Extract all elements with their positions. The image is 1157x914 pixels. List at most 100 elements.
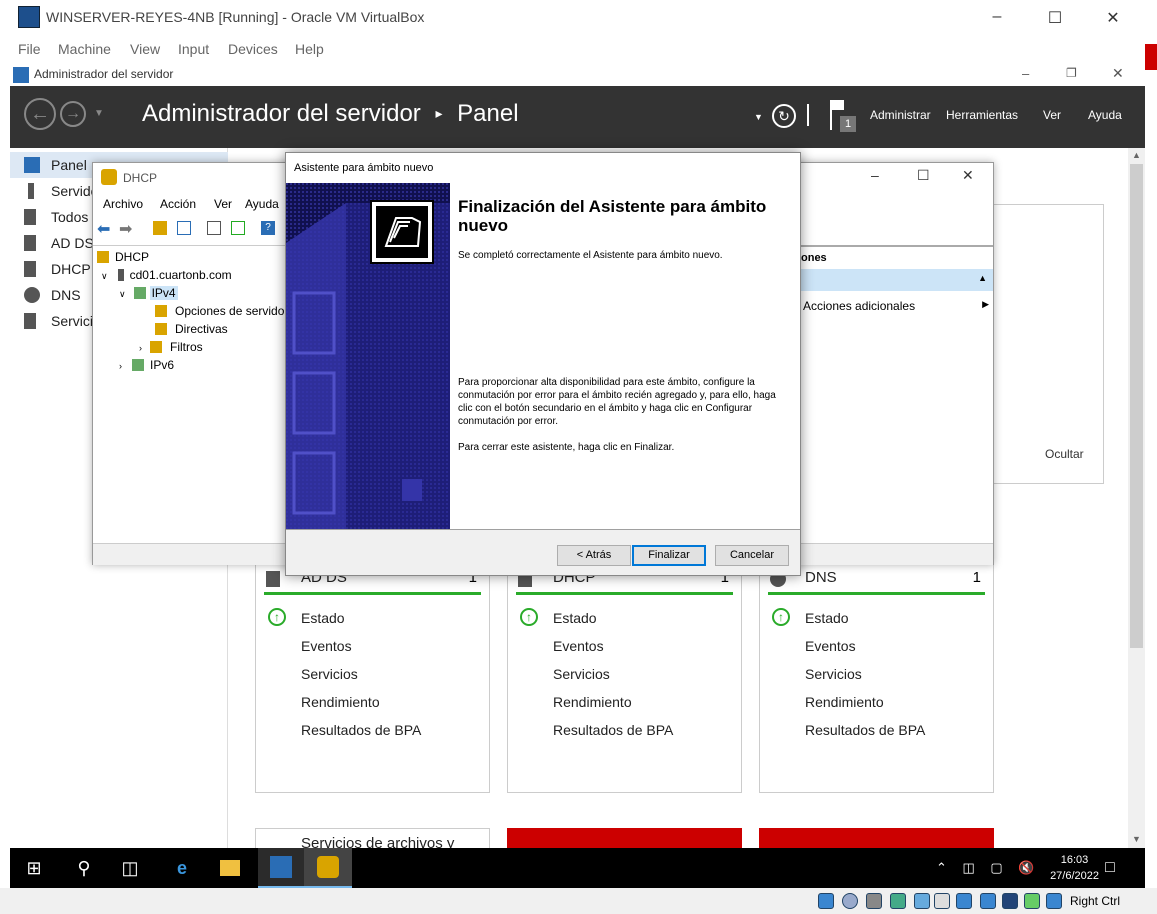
cpu-icon[interactable] bbox=[1002, 893, 1018, 909]
role-tile-file-services[interactable]: Servicios de archivos y bbox=[255, 828, 490, 848]
back-arrow-icon[interactable]: ← bbox=[24, 98, 56, 130]
network-icon[interactable] bbox=[890, 893, 906, 909]
sm-restore-icon[interactable]: ❐ bbox=[1066, 66, 1077, 80]
tile-row-rendimiento[interactable]: Rendimiento bbox=[805, 694, 884, 710]
taskbar-dhcp[interactable] bbox=[304, 848, 352, 888]
tile-row-servicios[interactable]: Servicios bbox=[553, 666, 610, 682]
menu-input[interactable]: Input bbox=[178, 41, 209, 57]
menu-ayuda[interactable]: Ayuda bbox=[1088, 108, 1122, 122]
menu-help[interactable]: Help bbox=[295, 41, 324, 57]
tree-node-policies[interactable]: Directivas bbox=[155, 322, 228, 336]
refresh-dropdown-icon[interactable]: ▼ bbox=[754, 112, 763, 122]
tree-node-dhcp-root[interactable]: DHCP bbox=[97, 250, 149, 264]
finish-button[interactable]: Finalizar bbox=[632, 545, 706, 566]
menu-machine[interactable]: Machine bbox=[58, 41, 111, 57]
tile-row-bpa[interactable]: Resultados de BPA bbox=[553, 722, 673, 738]
edge-browser-icon[interactable]: e bbox=[170, 856, 194, 880]
history-dropdown-icon[interactable]: ▼ bbox=[94, 108, 104, 119]
expand-chevron-icon[interactable]: › bbox=[139, 343, 142, 353]
hdd-icon[interactable] bbox=[818, 893, 834, 909]
notifications-flag-icon[interactable]: 1 bbox=[830, 100, 860, 134]
refresh-icon[interactable]: ↻ bbox=[772, 104, 796, 128]
task-view-icon[interactable]: ◫ bbox=[118, 856, 142, 880]
tile-row-servicios[interactable]: Servicios bbox=[301, 666, 358, 682]
scroll-thumb[interactable] bbox=[1130, 164, 1143, 648]
start-windows-icon[interactable]: ⊞ bbox=[22, 856, 46, 880]
display-icon[interactable] bbox=[956, 893, 972, 909]
tile-row-rendimiento[interactable]: Rendimiento bbox=[301, 694, 380, 710]
help-icon[interactable]: ? bbox=[261, 221, 275, 235]
dhcp-menu-accion[interactable]: Acción bbox=[160, 197, 196, 211]
menu-view[interactable]: View bbox=[130, 41, 160, 57]
menu-file[interactable]: File bbox=[18, 41, 41, 57]
forward-icon[interactable]: ➡ bbox=[119, 219, 132, 239]
shared-folders-icon[interactable] bbox=[934, 893, 950, 909]
up-folder-icon[interactable] bbox=[153, 221, 167, 235]
taskbar-server-manager[interactable] bbox=[258, 848, 304, 888]
menu-devices[interactable]: Devices bbox=[228, 41, 278, 57]
back-button[interactable]: < Atrás bbox=[557, 545, 631, 566]
dhcp-close-icon[interactable]: ✕ bbox=[962, 167, 974, 184]
tile-row-estado[interactable]: Estado bbox=[553, 610, 597, 626]
actions-section-bar[interactable]: ▲ bbox=[793, 269, 993, 291]
collapse-up-icon[interactable]: ▲ bbox=[978, 273, 987, 283]
expand-chevron-icon[interactable]: › bbox=[119, 361, 122, 371]
cancel-button[interactable]: Cancelar bbox=[715, 545, 789, 566]
minimize-icon[interactable]: – bbox=[987, 8, 1007, 26]
tile-row-eventos[interactable]: Eventos bbox=[553, 638, 604, 654]
maximize-icon[interactable]: ☐ bbox=[1045, 8, 1065, 28]
expand-chevron-icon[interactable]: ∨ bbox=[101, 271, 108, 281]
role-tile-ad-ds[interactable]: AD DS 1 ↑ Estado Eventos Servicios Rendi… bbox=[255, 558, 490, 793]
optical-disk-icon[interactable] bbox=[842, 893, 858, 909]
back-icon[interactable]: ⬅ bbox=[97, 219, 110, 239]
dhcp-maximize-icon[interactable]: ☐ bbox=[917, 167, 930, 184]
notifications-icon[interactable]: □ bbox=[1098, 856, 1122, 880]
tray-icons[interactable]: ⌃ ◫ ▢ 🔇 bbox=[936, 860, 1040, 876]
show-hide-tree-icon[interactable] bbox=[177, 221, 191, 235]
tile-row-eventos[interactable]: Eventos bbox=[805, 638, 856, 654]
export-list-icon[interactable] bbox=[207, 221, 221, 235]
search-icon[interactable]: ⚲ bbox=[72, 856, 96, 880]
scroll-up-icon[interactable]: ▲ bbox=[1132, 150, 1141, 160]
tile-row-bpa[interactable]: Resultados de BPA bbox=[805, 722, 925, 738]
vertical-scrollbar[interactable]: ▲ ▼ bbox=[1128, 148, 1145, 848]
menu-ver[interactable]: Ver bbox=[1043, 108, 1061, 122]
tile-row-estado[interactable]: Estado bbox=[805, 610, 849, 626]
keyboard-capture-icon[interactable] bbox=[1046, 893, 1062, 909]
close-icon[interactable]: ✕ bbox=[1103, 8, 1123, 28]
tile-row-servicios[interactable]: Servicios bbox=[805, 666, 862, 682]
tree-node-filters[interactable]: › Filtros bbox=[139, 340, 203, 354]
video-capture-icon[interactable] bbox=[980, 893, 996, 909]
dhcp-menu-ayuda[interactable]: Ayuda bbox=[245, 197, 279, 211]
clock[interactable]: 16:03 27/6/2022 bbox=[1050, 852, 1099, 884]
tile-row-bpa[interactable]: Resultados de BPA bbox=[301, 722, 421, 738]
audio-icon[interactable] bbox=[866, 893, 882, 909]
server-tile-red-2[interactable] bbox=[759, 828, 994, 848]
menu-administrar[interactable]: Administrar bbox=[870, 108, 931, 122]
tree-node-ipv6[interactable]: › IPv6 bbox=[119, 358, 174, 372]
tile-row-estado[interactable]: Estado bbox=[301, 610, 345, 626]
server-tile-red-1[interactable] bbox=[507, 828, 742, 848]
tree-node-server-options[interactable]: Opciones de servidor bbox=[155, 304, 288, 318]
file-explorer-icon[interactable] bbox=[218, 856, 242, 880]
tree-node-server[interactable]: ∨ cd01.cuartonb.com bbox=[101, 268, 232, 282]
tile-row-rendimiento[interactable]: Rendimiento bbox=[553, 694, 632, 710]
more-actions-item[interactable]: Acciones adicionales ▶ bbox=[803, 299, 989, 313]
forward-arrow-icon[interactable]: → bbox=[60, 101, 86, 127]
tile-row-eventos[interactable]: Eventos bbox=[301, 638, 352, 654]
sm-close-icon[interactable]: ✕ bbox=[1112, 65, 1124, 82]
role-tile-dhcp[interactable]: DHCP 1 ↑ Estado Eventos Servicios Rendim… bbox=[507, 558, 742, 793]
tree-node-ipv4[interactable]: ∨ IPv4 bbox=[119, 286, 178, 300]
scroll-down-icon[interactable]: ▼ bbox=[1132, 834, 1141, 844]
expand-chevron-icon[interactable]: ∨ bbox=[119, 289, 126, 299]
hide-welcome-link[interactable]: Ocultar bbox=[1045, 447, 1084, 461]
menu-herramientas[interactable]: Herramientas bbox=[946, 108, 1018, 122]
usb-icon[interactable] bbox=[914, 893, 930, 909]
dhcp-menu-ver[interactable]: Ver bbox=[214, 197, 232, 211]
mouse-integration-icon[interactable] bbox=[1024, 893, 1040, 909]
sm-minimize-icon[interactable]: – bbox=[1022, 66, 1029, 81]
refresh-icon[interactable] bbox=[231, 221, 245, 235]
role-tile-dns[interactable]: DNS 1 ↑ Estado Eventos Servicios Rendimi… bbox=[759, 558, 994, 793]
dhcp-menu-archivo[interactable]: Archivo bbox=[103, 197, 143, 211]
dhcp-minimize-icon[interactable]: – bbox=[871, 167, 879, 183]
